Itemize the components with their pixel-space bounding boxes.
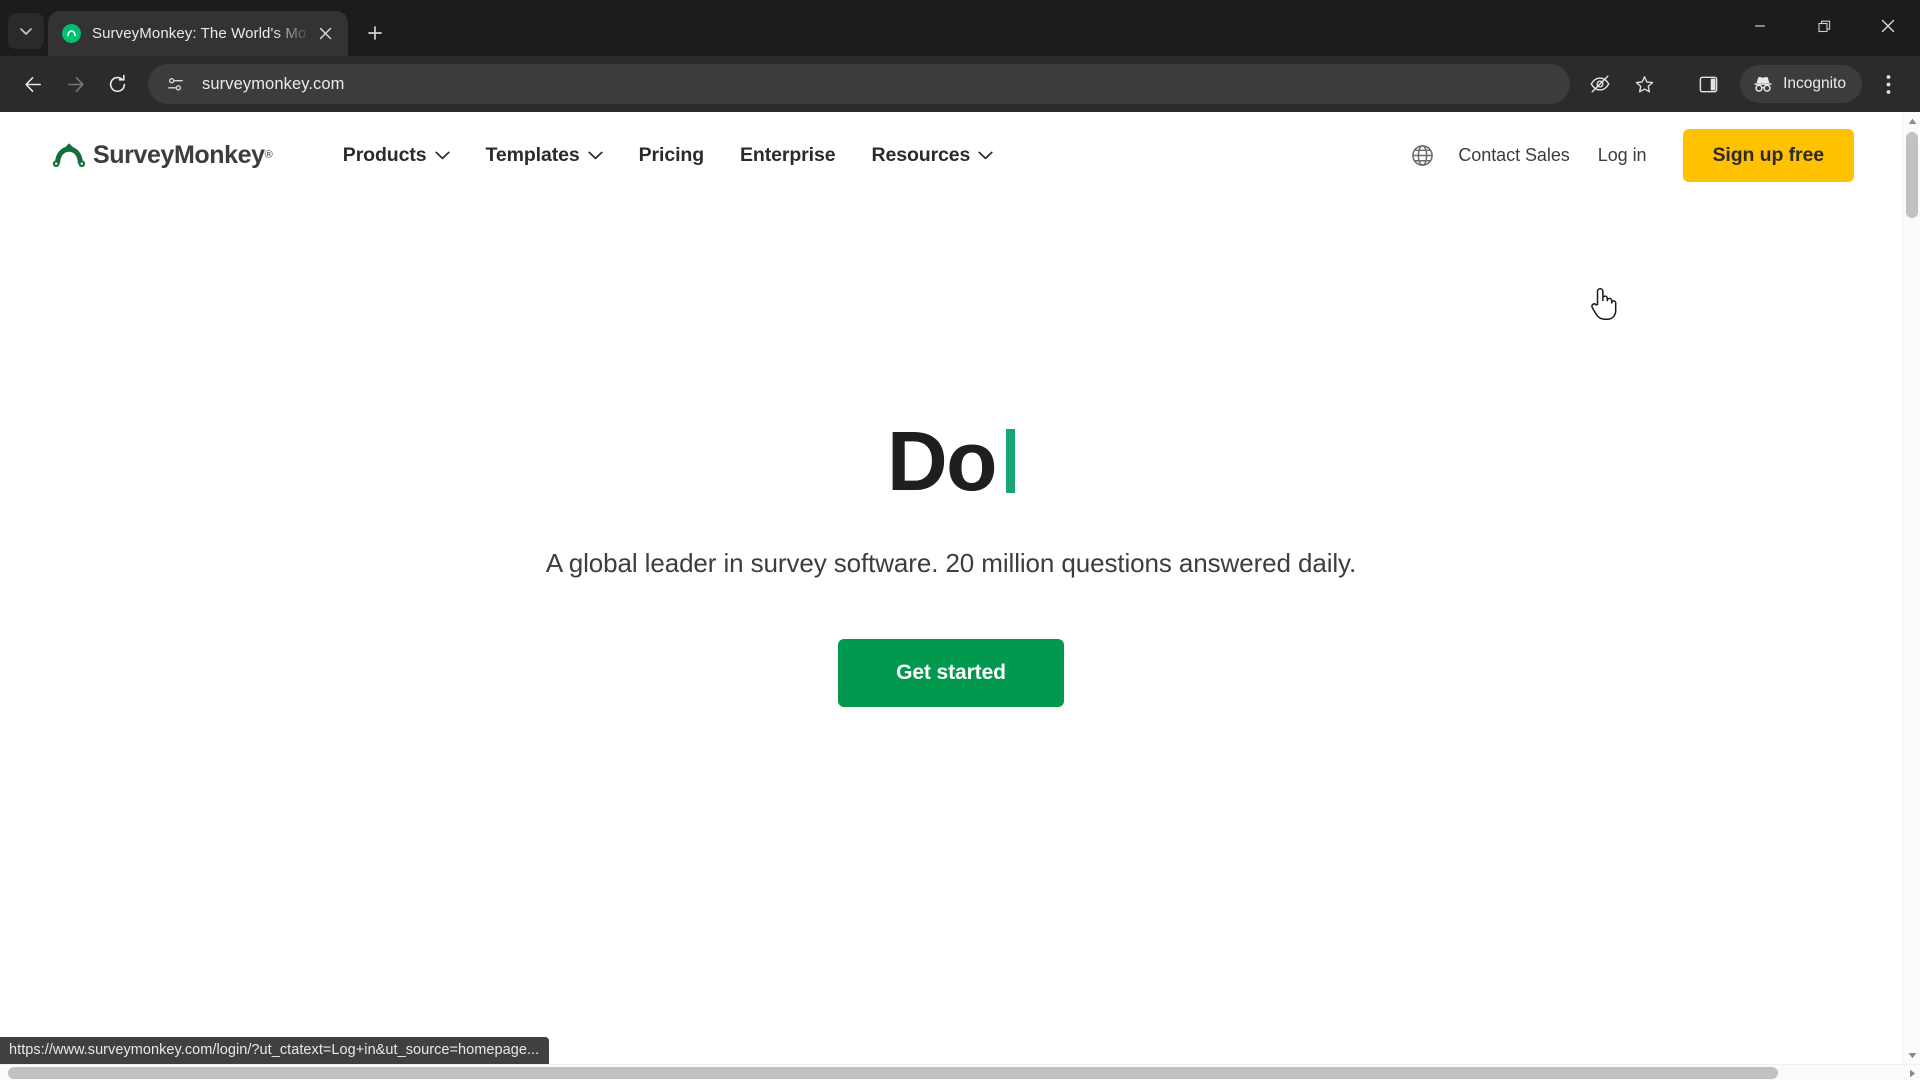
- tune-icon: [167, 77, 183, 90]
- close-icon: [1881, 19, 1895, 33]
- link-status-bubble: https://www.surveymonkey.com/login/?ut_c…: [0, 1037, 550, 1064]
- hero-subtitle: A global leader in survey software. 20 m…: [545, 548, 1357, 578]
- site-header-right: Contact Sales Log in Sign up free: [1400, 128, 1854, 182]
- site-settings-icon[interactable]: [164, 73, 186, 95]
- nav-item-resources-label: Resources: [871, 143, 971, 166]
- nav-item-products[interactable]: Products: [325, 134, 468, 177]
- surveymonkey-favicon: [62, 24, 81, 43]
- triangle-up-icon: [1908, 118, 1916, 124]
- tab-title: SurveyMonkey: The World's Mo: [92, 25, 307, 42]
- address-bar[interactable]: surveymonkey.com: [148, 64, 1571, 104]
- page-viewport: SurveyMonkey ® Products Templates Pricin…: [0, 112, 1920, 1080]
- tab-close-button[interactable]: [312, 21, 338, 47]
- nav-item-resources[interactable]: Resources: [853, 134, 1011, 177]
- triangle-right-icon: [1909, 1069, 1915, 1077]
- language-selector-button[interactable]: [1400, 133, 1444, 177]
- incognito-label: Incognito: [1783, 75, 1846, 92]
- star-icon: [1635, 75, 1653, 93]
- incognito-icon: [1754, 76, 1772, 92]
- reload-icon: [109, 74, 125, 92]
- window-close-button[interactable]: [1856, 0, 1920, 52]
- browser-tab[interactable]: SurveyMonkey: The World's Mo: [48, 11, 348, 56]
- surveymonkey-logo[interactable]: SurveyMonkey ®: [52, 141, 273, 170]
- tab-strip: SurveyMonkey: The World's Mo: [0, 0, 1920, 56]
- arrow-left-icon: [24, 76, 41, 92]
- browser-window: SurveyMonkey: The World's Mo surveymonke…: [0, 0, 1920, 1080]
- chevron-down-icon: [20, 28, 32, 35]
- nav-item-templates-label: Templates: [485, 143, 580, 166]
- hero-title: Do: [0, 416, 1902, 506]
- new-tab-button[interactable]: [358, 16, 392, 50]
- forward-button: [54, 63, 96, 105]
- scroll-down-button[interactable]: [1903, 1046, 1920, 1064]
- close-icon: [319, 27, 331, 40]
- hero-section: Do A global leader in survey software. 2…: [0, 198, 1902, 707]
- triangle-down-icon: [1908, 1052, 1916, 1058]
- minimize-icon: [1755, 25, 1765, 27]
- back-button[interactable]: [12, 63, 54, 105]
- vertical-scrollbar[interactable]: [1902, 112, 1920, 1064]
- nav-item-pricing-label: Pricing: [638, 143, 705, 166]
- window-maximize-button[interactable]: [1792, 0, 1856, 52]
- sign-up-free-button[interactable]: Sign up free: [1682, 128, 1854, 182]
- hero-title-text: Do: [887, 414, 997, 508]
- horizontal-scrollbar-thumb[interactable]: [8, 1067, 1778, 1079]
- restore-icon: [1817, 20, 1830, 32]
- surveymonkey-page: SurveyMonkey ® Products Templates Pricin…: [0, 112, 1902, 1064]
- vertical-scrollbar-thumb[interactable]: [1906, 132, 1918, 218]
- more-vertical-icon: [1886, 74, 1890, 94]
- log-in-link[interactable]: Log in: [1584, 137, 1661, 174]
- trademark-symbol: ®: [264, 149, 273, 161]
- nav-item-templates[interactable]: Templates: [468, 134, 621, 177]
- globe-icon: [1411, 144, 1433, 166]
- typing-caret: [1005, 429, 1015, 493]
- get-started-button[interactable]: Get started: [838, 639, 1064, 707]
- chevron-down-icon: [434, 151, 450, 160]
- side-panel-button[interactable]: [1688, 64, 1728, 104]
- horizontal-scrollbar[interactable]: [0, 1064, 1920, 1080]
- plus-icon: [368, 26, 382, 40]
- bookmark-button[interactable]: [1624, 64, 1664, 104]
- surveymonkey-wordmark: SurveyMonkey: [93, 140, 265, 169]
- scroll-up-button[interactable]: [1903, 112, 1920, 130]
- tab-search-button[interactable]: [8, 13, 44, 49]
- site-header: SurveyMonkey ® Products Templates Pricin…: [0, 112, 1902, 198]
- chrome-menu-button[interactable]: [1868, 64, 1908, 104]
- side-panel-icon: [1699, 76, 1717, 92]
- scroll-right-button[interactable]: [1904, 1065, 1920, 1080]
- nav-item-enterprise-label: Enterprise: [740, 143, 836, 166]
- tracking-protection-button[interactable]: [1580, 64, 1620, 104]
- chevron-down-icon: [978, 151, 993, 160]
- nav-item-enterprise[interactable]: Enterprise: [722, 134, 853, 177]
- browser-toolbar: surveymonkey.com Incognito: [0, 56, 1920, 112]
- address-bar-url: surveymonkey.com: [202, 74, 345, 93]
- nav-item-pricing[interactable]: Pricing: [621, 134, 722, 177]
- contact-sales-link[interactable]: Contact Sales: [1444, 137, 1583, 174]
- window-controls: [1728, 0, 1920, 52]
- arrow-right-icon: [67, 76, 84, 92]
- surveymonkey-monkey-icon: [52, 143, 86, 168]
- site-nav: Products Templates Pricing Enterprise Re…: [325, 134, 1012, 177]
- chevron-down-icon: [587, 151, 603, 160]
- window-minimize-button[interactable]: [1728, 0, 1792, 52]
- incognito-indicator[interactable]: Incognito: [1740, 65, 1862, 103]
- nav-item-products-label: Products: [342, 143, 427, 166]
- reload-button[interactable]: [96, 63, 138, 105]
- monkey-glyph-icon: [67, 30, 76, 37]
- eye-off-icon: [1590, 75, 1610, 93]
